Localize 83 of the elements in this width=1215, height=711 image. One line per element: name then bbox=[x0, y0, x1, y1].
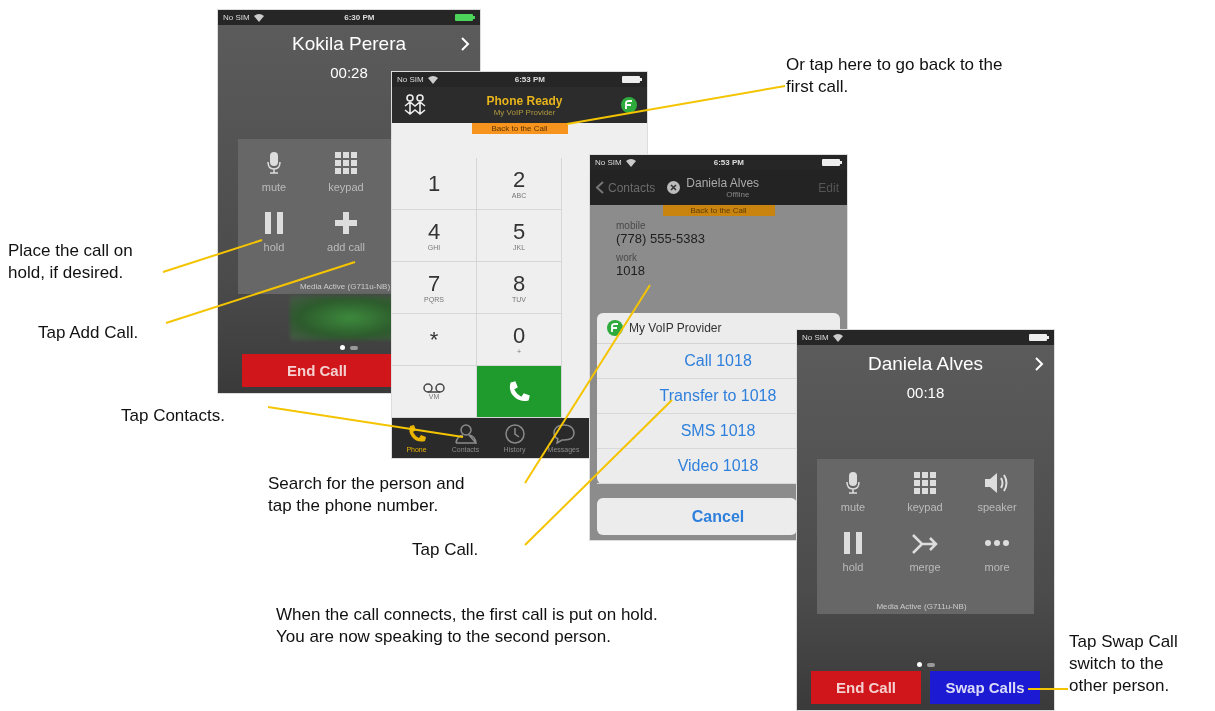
callout-text: Tap Contacts. bbox=[121, 405, 226, 427]
status-time: 6:53 PM bbox=[514, 75, 545, 84]
cancel-button[interactable]: Cancel bbox=[597, 498, 797, 535]
dial-key[interactable]: * bbox=[392, 314, 477, 366]
mic-icon bbox=[267, 152, 281, 174]
provider-logo-icon[interactable] bbox=[621, 97, 637, 113]
carrier-label: No SIM bbox=[802, 333, 829, 342]
plus-icon bbox=[335, 212, 357, 234]
field-label: work bbox=[616, 252, 639, 263]
people-icon[interactable] bbox=[402, 94, 428, 116]
handset-icon bbox=[406, 423, 427, 444]
provider-label: My VoIP Provider bbox=[493, 107, 556, 117]
pause-icon bbox=[843, 532, 863, 554]
chevron-left-icon bbox=[596, 181, 604, 194]
callout-text: Tap Swap Call switch to the other person. bbox=[1069, 631, 1179, 697]
bubble-icon bbox=[552, 423, 575, 444]
battery-icon bbox=[822, 159, 842, 166]
pause-icon bbox=[264, 212, 284, 234]
voicemail-icon bbox=[423, 383, 445, 393]
page-indicator bbox=[340, 345, 358, 350]
wifi-icon bbox=[625, 158, 636, 167]
dial-key[interactable]: 1 bbox=[392, 158, 477, 210]
status-time: 6:53 PM bbox=[713, 158, 744, 167]
presence-label: Offline bbox=[726, 190, 750, 199]
carrier-label: No SIM bbox=[397, 75, 424, 84]
call-timer: 00:18 bbox=[906, 383, 945, 403]
callout-text: Place the call on hold, if desired. bbox=[8, 240, 134, 284]
callout-text: Tap Call. bbox=[412, 539, 480, 561]
end-call-button[interactable]: End Call bbox=[811, 671, 921, 704]
contact-name: Daniela Alves bbox=[686, 176, 760, 190]
battery-icon bbox=[1029, 334, 1049, 341]
call-control-button[interactable]: keypad bbox=[889, 471, 961, 523]
dots-icon bbox=[984, 539, 1010, 547]
carrier-label: No SIM bbox=[223, 13, 250, 22]
caller-name: Daniela Alves bbox=[867, 352, 984, 376]
call-control-button[interactable]: hold bbox=[817, 531, 889, 583]
callout-text: When the call connects, the first call is put on hold. You are now speaking to the second person. bbox=[276, 604, 659, 648]
wifi-icon bbox=[832, 333, 843, 342]
wifi-icon bbox=[253, 13, 264, 22]
wifi-icon bbox=[427, 75, 438, 84]
provider-logo-icon bbox=[607, 320, 623, 336]
callout-text: Or tap here to go back to the first call. bbox=[786, 54, 1004, 98]
carrier-label: No SIM bbox=[595, 158, 622, 167]
back-button[interactable]: Contacts bbox=[596, 180, 656, 195]
back-to-call-banner[interactable]: Back to the Call bbox=[471, 123, 568, 134]
phone-status-title: Phone Ready bbox=[486, 93, 563, 108]
x-circle-icon bbox=[667, 181, 681, 194]
call-control-button[interactable]: merge bbox=[889, 531, 961, 583]
mic-icon bbox=[846, 472, 860, 494]
clock-icon bbox=[504, 423, 525, 444]
call-control-button[interactable]: add call bbox=[310, 211, 382, 263]
chevron-right-icon[interactable] bbox=[461, 37, 470, 51]
callout-text: Tap Add Call. bbox=[38, 322, 140, 344]
person-icon bbox=[454, 423, 477, 444]
call-control-button[interactable]: keypad bbox=[310, 151, 382, 203]
sheet-title: My VoIP Provider bbox=[629, 321, 722, 335]
chevron-right-icon[interactable] bbox=[1035, 357, 1044, 371]
call-key[interactable] bbox=[477, 366, 562, 418]
swap-calls-button[interactable]: Swap Calls bbox=[930, 671, 1040, 704]
back-to-call-banner[interactable]: Back to the Call bbox=[662, 205, 775, 216]
caller-name: Kokila Perera bbox=[291, 32, 407, 56]
merge-icon bbox=[912, 532, 938, 554]
phone-number[interactable]: 1018 bbox=[616, 263, 847, 278]
call-control-button[interactable]: more bbox=[961, 531, 1033, 583]
grid-icon bbox=[914, 472, 936, 494]
call-control-button[interactable]: speaker bbox=[961, 471, 1033, 523]
field-label: mobile bbox=[616, 220, 647, 231]
grid-icon bbox=[335, 152, 357, 174]
leader-line bbox=[1027, 688, 1069, 690]
speaker-icon bbox=[984, 472, 1010, 494]
call-control-button[interactable]: mute bbox=[238, 151, 310, 203]
call-control-button[interactable]: hold bbox=[238, 211, 310, 263]
phone-number[interactable]: (778) 555-5383 bbox=[616, 231, 847, 246]
call-control-button[interactable]: mute bbox=[817, 471, 889, 523]
battery-icon bbox=[622, 76, 642, 83]
callout-text: Search for the person and tap the phone number. bbox=[268, 473, 466, 517]
media-status: Media Active (G711u-NB) bbox=[876, 602, 967, 611]
page-indicator bbox=[916, 662, 935, 667]
media-status: Media Active (G711u-NB) bbox=[299, 282, 391, 291]
status-time: 6:30 PM bbox=[344, 13, 375, 22]
call-timer: 00:28 bbox=[330, 63, 368, 83]
end-call-button[interactable]: End Call bbox=[242, 354, 392, 387]
phone-icon bbox=[507, 379, 531, 404]
